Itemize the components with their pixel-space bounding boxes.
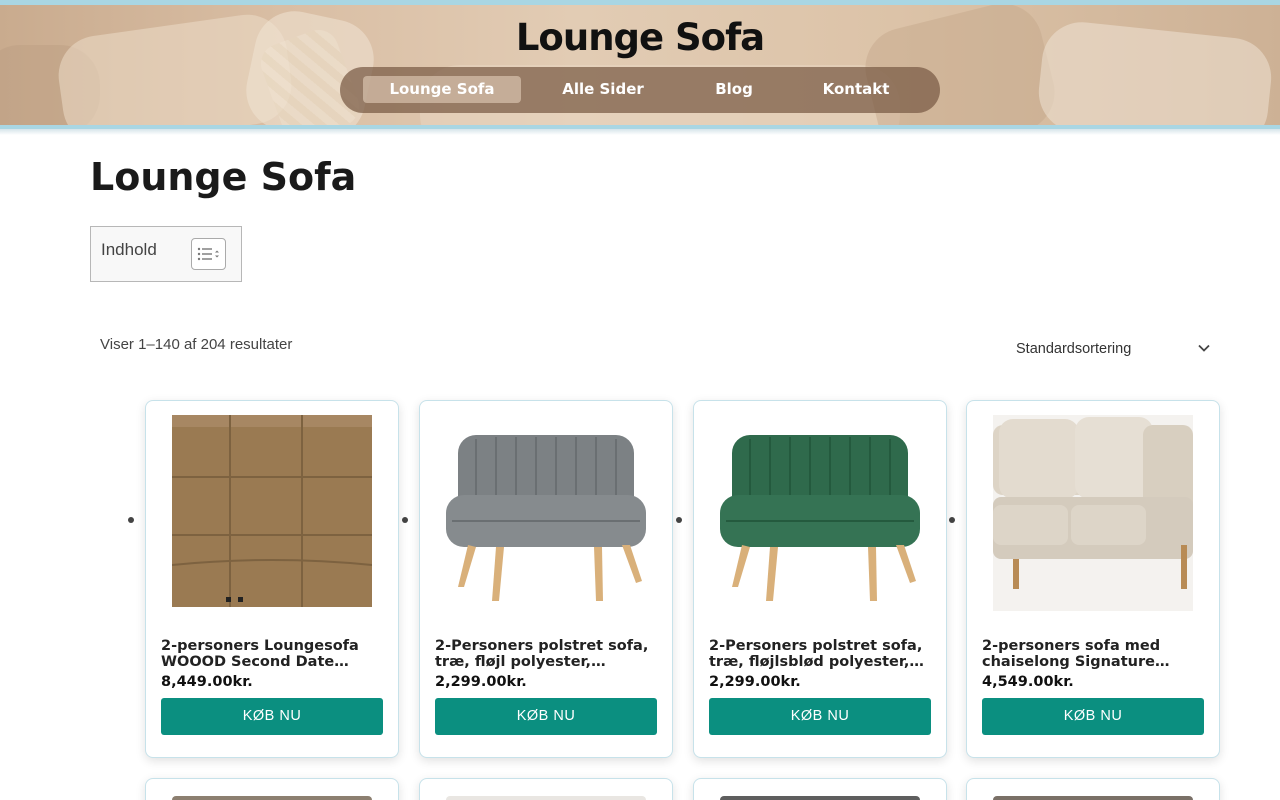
product-image[interactable] bbox=[993, 415, 1193, 615]
product-image[interactable] bbox=[446, 415, 646, 615]
chevron-down-icon bbox=[1198, 344, 1210, 352]
result-count: Viser 1–140 af 204 resultater bbox=[100, 336, 293, 353]
product-card[interactable]: 2-personers Loungesofa WOOOD Second Date… bbox=[145, 400, 399, 758]
product-card[interactable]: 2-Personers polstret sofa, træ, fløjl po… bbox=[419, 400, 673, 758]
list-bullet bbox=[949, 517, 955, 523]
sort-select[interactable]: Standardsortering bbox=[1006, 333, 1220, 365]
list-bullet bbox=[676, 517, 682, 523]
list-bullet bbox=[128, 517, 134, 523]
product-image[interactable] bbox=[172, 415, 372, 615]
product-price: 4,549.00kr. bbox=[982, 674, 1074, 690]
product-name[interactable]: 2-Personers polstret sofa, træ, fløjl po… bbox=[435, 638, 657, 670]
product-card[interactable] bbox=[419, 778, 673, 800]
product-card[interactable] bbox=[693, 778, 947, 800]
product-card[interactable]: 2-Personers polstret sofa, træ, fløjlsbl… bbox=[693, 400, 947, 758]
product-image[interactable] bbox=[172, 796, 372, 800]
product-price: 8,449.00kr. bbox=[161, 674, 253, 690]
product-card[interactable]: 2-personers sofa med chaiselong Signatur… bbox=[966, 400, 1220, 758]
site-title[interactable]: Lounge Sofa bbox=[0, 16, 1280, 59]
main-nav: Lounge Sofa Alle Sider Blog Kontakt bbox=[340, 67, 940, 113]
nav-item-kontakt[interactable]: Kontakt bbox=[816, 76, 896, 103]
product-image[interactable] bbox=[446, 796, 646, 800]
product-image[interactable] bbox=[993, 796, 1193, 800]
product-card[interactable] bbox=[145, 778, 399, 800]
product-price: 2,299.00kr. bbox=[709, 674, 801, 690]
buy-now-button[interactable]: KØB NU bbox=[161, 698, 383, 735]
toc-label: Indhold bbox=[101, 240, 157, 259]
nav-item-blog[interactable]: Blog bbox=[704, 76, 764, 103]
buy-now-button[interactable]: KØB NU bbox=[435, 698, 657, 735]
list-icon bbox=[197, 247, 219, 261]
buy-now-button[interactable]: KØB NU bbox=[709, 698, 931, 735]
nav-item-lounge-sofa[interactable]: Lounge Sofa bbox=[363, 76, 521, 103]
product-card[interactable] bbox=[966, 778, 1220, 800]
list-bullet bbox=[402, 517, 408, 523]
product-name[interactable]: 2-personers sofa med chaiselong Signatur… bbox=[982, 638, 1204, 670]
product-name[interactable]: 2-Personers polstret sofa, træ, fløjlsbl… bbox=[709, 638, 931, 670]
buy-now-button[interactable]: KØB NU bbox=[982, 698, 1204, 735]
toc-toggle-button[interactable] bbox=[191, 238, 226, 270]
product-name[interactable]: 2-personers Loungesofa WOOOD Second Date… bbox=[161, 638, 383, 670]
table-of-contents: Indhold bbox=[90, 226, 242, 282]
page-title: Lounge Sofa bbox=[90, 155, 357, 199]
nav-item-alle-sider[interactable]: Alle Sider bbox=[551, 76, 655, 103]
sort-selected-value: Standardsortering bbox=[1016, 341, 1132, 357]
product-image[interactable] bbox=[720, 796, 920, 800]
product-price: 2,299.00kr. bbox=[435, 674, 527, 690]
header-shadow bbox=[0, 129, 1280, 135]
product-image[interactable] bbox=[720, 415, 920, 615]
